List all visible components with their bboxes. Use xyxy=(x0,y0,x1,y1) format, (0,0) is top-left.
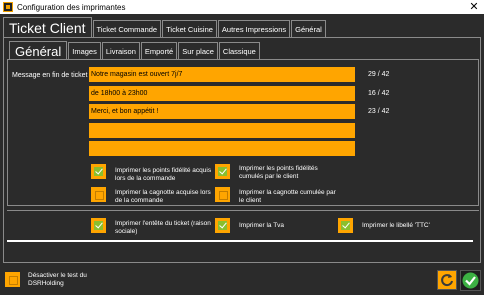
cagnotte-commande-label: Imprimer la cagnotte acquise lors de la … xyxy=(115,189,211,204)
points-commande-checkbox[interactable] xyxy=(91,164,106,179)
test-dsrholding-label: Désactiver le test du DSRHolding xyxy=(28,272,87,287)
tva-checkbox[interactable] xyxy=(215,218,230,233)
check-icon xyxy=(94,167,103,176)
cagnotte-cumulee-checkbox[interactable] xyxy=(215,187,230,202)
check-icon xyxy=(94,221,103,230)
tab-autres-impressions[interactable]: Autres Impressions xyxy=(217,20,291,38)
close-icon[interactable]: ✕ xyxy=(467,1,481,13)
check-icon xyxy=(462,272,479,289)
tab-livraison[interactable]: Livraison xyxy=(101,42,140,60)
tab-images[interactable]: Images xyxy=(68,42,101,60)
message-line-3[interactable]: Merci, et bon appétit ! xyxy=(89,104,355,119)
entete-checkbox[interactable] xyxy=(91,218,106,233)
tab-ticket-cuisine[interactable]: Ticket Cuisine xyxy=(162,20,217,38)
message-line-5[interactable] xyxy=(89,141,355,156)
tab-classique[interactable]: Classique xyxy=(218,42,260,60)
message-line-4[interactable] xyxy=(89,123,355,138)
window-title: Configuration des imprimantes xyxy=(17,2,126,12)
entete-label: Imprimer l'entête du ticket (raison soci… xyxy=(115,220,211,235)
refresh-icon xyxy=(441,274,453,287)
sub-tab-bar: Général Images Livraison Emporté Sur pla… xyxy=(9,41,260,60)
refresh-button[interactable] xyxy=(437,270,457,290)
tab-sur-place[interactable]: Sur place xyxy=(178,42,218,60)
line-2-counter: 16 / 42 xyxy=(368,90,390,97)
points-commande-label: Imprimer les points fidélité acquis lors… xyxy=(115,167,212,182)
title-bar: Configuration des imprimantes ✕ xyxy=(0,0,484,14)
tva-label: Imprimer la Tva xyxy=(239,222,285,229)
line-1-counter: 29 / 42 xyxy=(368,71,390,78)
message-label: Message en fin de ticket : xyxy=(12,72,92,79)
validate-button[interactable] xyxy=(460,270,481,291)
cagnotte-commande-checkbox[interactable] xyxy=(91,187,106,202)
ttc-checkbox[interactable] xyxy=(338,218,353,233)
check-icon xyxy=(218,167,227,176)
tab-ticket-client[interactable]: Ticket Client xyxy=(3,17,92,38)
line-3-counter: 23 / 42 xyxy=(368,108,390,115)
points-cumules-checkbox[interactable] xyxy=(215,164,230,179)
tab-general-top[interactable]: Général xyxy=(291,20,326,38)
divider xyxy=(7,240,473,242)
ttc-label: Imprimer le libellé 'TTC' xyxy=(362,222,430,229)
app-logo-icon xyxy=(3,2,13,12)
check-icon xyxy=(341,221,350,230)
tab-general[interactable]: Général xyxy=(9,41,68,60)
check-icon xyxy=(218,221,227,230)
tab-emporte[interactable]: Emporté xyxy=(140,42,178,60)
cagnotte-cumulee-label: Imprimer la cagnotte cumulée par le clie… xyxy=(239,189,336,204)
message-line-2[interactable]: de 18h00 à 23h00 xyxy=(89,86,355,101)
message-line-1[interactable]: Notre magasin est ouvert 7j/7 xyxy=(89,67,355,82)
tab-ticket-commande[interactable]: Ticket Commande xyxy=(92,20,162,38)
points-cumules-label: Imprimer les points fidélités cumulés pa… xyxy=(239,165,318,180)
top-tab-bar: Ticket Client Ticket Commande Ticket Cui… xyxy=(3,16,326,38)
test-dsrholding-checkbox[interactable] xyxy=(5,272,20,287)
